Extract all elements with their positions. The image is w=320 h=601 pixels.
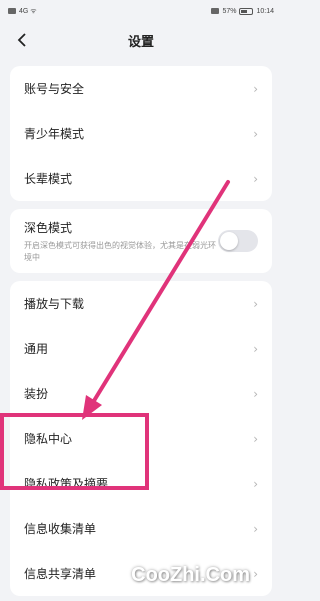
chevron-right-icon: › (253, 296, 258, 311)
chevron-right-icon: › (253, 341, 258, 356)
item-label: 隐私政策及摘要 (24, 477, 109, 491)
settings-item-account-security[interactable]: 账号与安全 › (10, 66, 272, 111)
settings-group-dark-mode: 深色模式 开启深色模式可获得出色的视觉体验，尤其是在弱光环境中 (10, 209, 272, 273)
item-label: 播放与下载 (24, 297, 85, 311)
battery-icon (239, 7, 254, 15)
item-label: 账号与安全 (24, 82, 85, 96)
back-button[interactable] (10, 28, 34, 52)
alarm-icon (211, 8, 220, 14)
chevron-left-icon (17, 33, 26, 47)
item-label: 通用 (24, 342, 49, 356)
settings-item-elder-mode[interactable]: 长辈模式 › (10, 156, 272, 201)
chevron-right-icon: › (253, 386, 258, 401)
dark-mode-texts: 深色模式 开启深色模式可获得出色的视觉体验，尤其是在弱光环境中 (24, 219, 218, 264)
watermark: CooZhi.Com (131, 564, 250, 586)
item-label: 装扮 (24, 387, 49, 401)
status-left: 4G ᯤ (8, 7, 37, 16)
item-label: 信息收集清单 (24, 522, 97, 536)
item-label: 青少年模式 (24, 127, 85, 141)
clock: 10:14 (256, 7, 274, 15)
settings-group-account: 账号与安全 › 青少年模式 › 长辈模式 › (10, 66, 272, 201)
chevron-right-icon: › (253, 171, 258, 186)
item-label: 隐私中心 (24, 432, 73, 446)
battery-percent: 57% (222, 7, 237, 15)
dark-mode-title: 深色模式 (24, 220, 73, 235)
dark-mode-row: 深色模式 开启深色模式可获得出色的视觉体验，尤其是在弱光环境中 (10, 209, 272, 273)
settings-item-teen-mode[interactable]: 青少年模式 › (10, 111, 272, 156)
chevron-right-icon: › (253, 566, 258, 581)
chevron-right-icon: › (253, 431, 258, 446)
settings-item-general[interactable]: 通用 › (10, 326, 272, 371)
item-label: 信息共享清单 (24, 567, 97, 581)
dark-mode-toggle[interactable] (218, 230, 258, 252)
settings-group-general: 播放与下载 › 通用 › 装扮 › 隐私中心 › 隐私政策及摘要 › 信息收集清… (10, 281, 272, 596)
settings-item-privacy-center[interactable]: 隐私中心 › (10, 416, 272, 461)
signal-icon (8, 8, 16, 14)
settings-item-privacy-policy[interactable]: 隐私政策及摘要 › (10, 461, 272, 506)
chevron-right-icon: › (253, 476, 258, 491)
settings-item-info-collection[interactable]: 信息收集清单 › (10, 506, 272, 551)
settings-item-playback-download[interactable]: 播放与下载 › (10, 281, 272, 326)
status-bar: 4G ᯤ 57% 10:14 (0, 0, 282, 22)
network-label: 4G ᯤ (19, 7, 37, 15)
dark-mode-description: 开启深色模式可获得出色的视觉体验，尤其是在弱光环境中 (24, 240, 216, 262)
nav-bar: 设置 (0, 22, 282, 58)
chevron-right-icon: › (253, 521, 258, 536)
toggle-knob (220, 232, 239, 250)
page-title: 设置 (127, 34, 154, 50)
status-right: 57% 10:14 (211, 7, 274, 15)
chevron-right-icon: › (253, 81, 258, 96)
settings-item-dressup[interactable]: 装扮 › (10, 371, 272, 416)
item-label: 长辈模式 (24, 172, 73, 186)
chevron-right-icon: › (253, 126, 258, 141)
